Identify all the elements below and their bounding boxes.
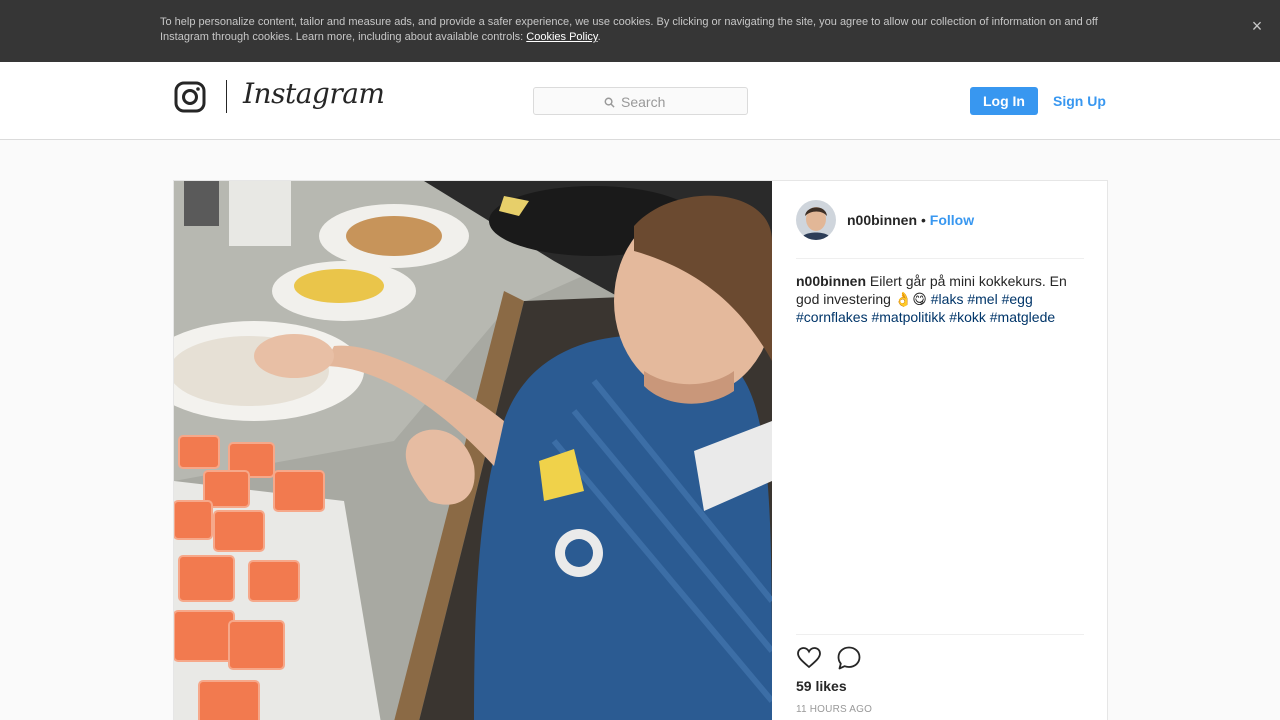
comment-icon[interactable] [836, 645, 862, 671]
follow-button[interactable]: Follow [930, 212, 974, 228]
search-input[interactable]: Search [533, 87, 748, 115]
close-icon[interactable]: × [1248, 17, 1266, 35]
post-sidebar: n00binnen • Follow n00binnen Eilert går … [796, 181, 1084, 720]
cookies-policy-link[interactable]: Cookies Policy [526, 31, 597, 43]
hashtag-link[interactable]: #matglede [990, 309, 1055, 325]
actions-divider [796, 634, 1084, 635]
follow-separator: • [921, 212, 926, 228]
hashtag-link[interactable]: #egg [1002, 291, 1033, 307]
signup-link[interactable]: Sign Up [1053, 87, 1106, 115]
avatar-image [796, 200, 836, 240]
hashtag-link[interactable]: #laks [931, 291, 964, 307]
heart-icon[interactable] [796, 645, 822, 671]
follow-group: • Follow [921, 212, 974, 228]
avatar[interactable] [796, 200, 836, 240]
post-photo[interactable] [174, 181, 772, 720]
logo-divider [226, 80, 227, 113]
post-username[interactable]: n00binnen [847, 212, 917, 228]
search-placeholder: Search [621, 94, 666, 110]
cookie-text: To help personalize content, tailor and … [160, 15, 1110, 45]
hashtag-link[interactable]: #matpolitikk [871, 309, 945, 325]
search-inner: Search [604, 94, 665, 110]
cookie-message: To help personalize content, tailor and … [160, 16, 1098, 43]
cookie-banner: To help personalize content, tailor and … [0, 0, 1280, 62]
post-timestamp: 11 HOURS AGO [796, 704, 873, 715]
hashtag-link[interactable]: #mel [967, 291, 997, 307]
post-photo-illustration [174, 181, 772, 720]
hashtag-link[interactable]: #cornflakes [796, 309, 868, 325]
caption-username[interactable]: n00binnen [796, 273, 866, 289]
instagram-wordmark[interactable]: Instagram [243, 77, 385, 110]
instagram-glyph-icon[interactable] [174, 81, 206, 113]
login-button[interactable]: Log In [970, 87, 1038, 115]
post-caption: n00binnen Eilert går på mini kokkekurs. … [796, 272, 1084, 326]
post-card: n00binnen • Follow n00binnen Eilert går … [173, 180, 1108, 720]
hashtag-link[interactable]: #kokk [949, 309, 986, 325]
search-icon [604, 97, 615, 108]
top-navigation: Instagram Search Log In Sign Up [0, 62, 1280, 140]
post-header: n00binnen • Follow [796, 181, 1084, 259]
likes-count[interactable]: 59 likes [796, 678, 847, 694]
cookie-period: . [597, 31, 601, 43]
